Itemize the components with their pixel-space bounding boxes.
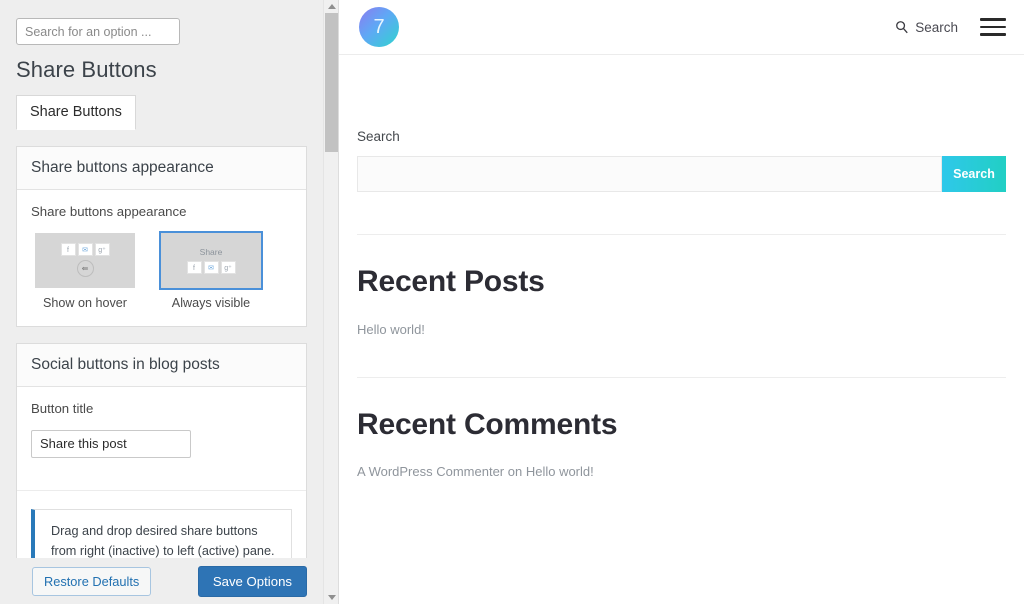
field-label-button-title: Button title [31, 400, 94, 416]
scroll-down-arrow-icon[interactable] [324, 591, 338, 604]
twitter-chip-icon: ✉ [203, 260, 219, 274]
tab-share-buttons[interactable]: Share Buttons [16, 95, 136, 130]
facebook-chip-icon: f [186, 260, 202, 274]
site-body: Search Search Recent Posts Hello world! … [339, 55, 1024, 479]
header-search-toggle[interactable]: Search [895, 20, 958, 35]
mini-chip-row: f ✉ g⁺ [186, 260, 236, 274]
widget-divider-1 [357, 234, 1006, 235]
comment-author-link[interactable]: A WordPress Commenter [357, 464, 504, 479]
restore-defaults-button[interactable]: Restore Defaults [32, 567, 152, 596]
option-search-input[interactable] [16, 18, 180, 45]
card-share-buttons-appearance: Share buttons appearance Share buttons a… [16, 145, 307, 327]
choice-always-visible[interactable]: Share f ✉ g⁺ Always visible [159, 230, 263, 310]
choice-thumb-show-on-hover: f ✉ g⁺ ⇚ [35, 232, 135, 288]
list-item: Hello world! [357, 321, 1006, 339]
recent-comments-title: Recent Comments [357, 408, 618, 441]
comment-connector: on [504, 464, 526, 479]
hamburger-menu-icon[interactable] [980, 13, 1006, 41]
app-root: Share Buttons Share Buttons Share button… [0, 0, 1024, 604]
scroll-up-arrow-icon[interactable] [324, 0, 338, 13]
button-title-input[interactable] [31, 429, 191, 458]
card-social-buttons-blog-posts: Social buttons in blog posts Button titl… [16, 342, 307, 577]
choice-show-on-hover[interactable]: f ✉ g⁺ ⇚ Show on hover [35, 232, 135, 310]
card-heading-social-buttons: Social buttons in blog posts [17, 343, 306, 387]
search-form: Search [357, 156, 1006, 192]
recent-comment-entry: A WordPress Commenter on Hello world! [357, 464, 1006, 479]
googleplus-chip-icon: g⁺ [220, 260, 236, 274]
site-search-input[interactable] [357, 156, 942, 192]
site-avatar: 7 [359, 7, 399, 47]
recent-post-link[interactable]: Hello world! [357, 322, 425, 337]
comment-post-link[interactable]: Hello world! [526, 464, 594, 479]
twitter-chip-icon: ✉ [77, 243, 93, 256]
choice-caption-always-visible: Always visible [171, 295, 251, 310]
recent-posts-list: Hello world! [357, 321, 1006, 339]
choice-caption-show-on-hover: Show on hover [42, 295, 127, 310]
search-widget-label: Search [357, 129, 400, 144]
options-panel-scrollbar[interactable] [323, 0, 338, 604]
site-search-submit-button[interactable]: Search [942, 156, 1006, 192]
site-header-actions: Search [895, 13, 1006, 41]
scrollbar-thumb[interactable] [325, 13, 338, 152]
options-action-bar: Restore Defaults Save Options [0, 558, 323, 604]
site-preview: 7 Search Search Search Recent Posts Hell… [338, 0, 1024, 604]
save-options-button[interactable]: Save Options [197, 566, 307, 597]
facebook-chip-icon: f [60, 243, 76, 256]
card-body-appearance: Share buttons appearance f ✉ g⁺ ⇚ Show o… [17, 190, 306, 326]
field-label-appearance: Share buttons appearance [31, 203, 187, 219]
googleplus-chip-icon: g⁺ [94, 243, 110, 256]
notice-line-1: Drag and drop desired share buttons [51, 523, 258, 538]
page-title: Share Buttons [16, 57, 157, 82]
mini-chip-row: f ✉ g⁺ [60, 243, 110, 256]
mini-share-label: Share [199, 246, 223, 257]
choice-thumb-always-visible: Share f ✉ g⁺ [159, 230, 263, 290]
magnifier-icon [896, 21, 908, 34]
card-divider [17, 489, 306, 491]
widget-search: Search Search [357, 55, 1006, 192]
card-body-social-buttons: Button title [17, 387, 306, 474]
tab-bar: Share Buttons [16, 95, 323, 130]
header-search-label: Search [915, 19, 958, 35]
card-heading-appearance: Share buttons appearance [17, 146, 306, 190]
appearance-choice-group: f ✉ g⁺ ⇚ Show on hover Share f ✉ g⁺ Alwa… [31, 230, 292, 310]
share-round-icon: ⇚ [76, 260, 94, 277]
widget-divider-2 [357, 377, 1006, 378]
options-panel-scroll-content: Share Buttons Share Buttons Share button… [0, 0, 323, 604]
options-panel: Share Buttons Share Buttons Share button… [0, 0, 338, 604]
site-header: 7 Search [339, 0, 1024, 55]
option-search-container [0, 0, 323, 45]
recent-posts-title: Recent Posts [357, 265, 545, 298]
